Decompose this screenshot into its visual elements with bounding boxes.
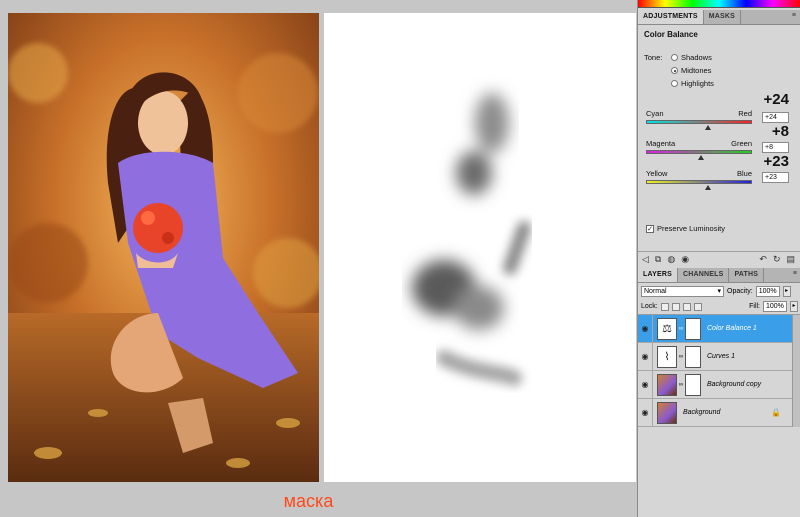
- yellow-blue-value: +23: [763, 153, 789, 170]
- yellow-blue-thumb[interactable]: [705, 185, 711, 190]
- opacity-arrow-icon[interactable]: ▸: [782, 285, 791, 297]
- radio-shadows[interactable]: Shadows: [671, 53, 712, 62]
- lock-icon: 🔒: [771, 408, 781, 417]
- layer-color-balance-1[interactable]: ◉ ⚖ ∞ Color Balance 1: [638, 314, 800, 343]
- right-panels: ADJUSTMENTS MASKS ≡ Color Balance Tone: …: [637, 0, 800, 517]
- photo-image: [8, 13, 319, 482]
- previous-state-icon[interactable]: ↶: [759, 254, 767, 265]
- tab-paths[interactable]: PATHS: [729, 268, 765, 282]
- lock-image-icon[interactable]: [671, 302, 680, 311]
- layer-name: Background copy: [707, 381, 762, 388]
- radio-highlights-dot[interactable]: [671, 80, 678, 87]
- layer-background[interactable]: ◉ Background 🔒: [638, 398, 800, 427]
- lock-row: Lock: Fill: 100% ▸: [638, 299, 800, 315]
- cyan-red-track[interactable]: [646, 120, 752, 124]
- fill-arrow-icon[interactable]: ▸: [790, 301, 798, 312]
- adjustment-title: Color Balance: [644, 30, 698, 39]
- green-label: Green: [731, 139, 752, 148]
- yellow-blue-input[interactable]: +23: [762, 172, 789, 183]
- clip-icon[interactable]: ◍: [667, 254, 675, 265]
- layer-name: Background: [683, 409, 721, 416]
- adjustments-tabbar: ADJUSTMENTS MASKS ≡: [638, 10, 800, 25]
- preserve-luminosity-row[interactable]: ✓ Preserve Luminosity: [646, 224, 725, 233]
- opacity-label: Opacity:: [727, 287, 753, 295]
- layers-menu-icon[interactable]: ≡: [793, 268, 800, 282]
- layer-mask-thumbnail[interactable]: [685, 345, 701, 368]
- layer-mask-thumbnail[interactable]: [685, 317, 701, 340]
- layers-panel: LAYERS CHANNELS PATHS ≡ Normal Opacity: …: [638, 268, 800, 427]
- tab-adjustments[interactable]: ADJUSTMENTS: [638, 10, 704, 24]
- document-canvas[interactable]: маска: [0, 0, 637, 517]
- tone-label: Tone:: [644, 53, 663, 62]
- curves-adjustment-icon: ⌇: [657, 345, 677, 368]
- magenta-green-slider[interactable]: Magenta Green: [646, 139, 752, 160]
- tab-layers[interactable]: LAYERS: [638, 268, 678, 282]
- visibility-eye-icon[interactable]: ◉: [681, 254, 689, 265]
- lock-position-icon[interactable]: [682, 302, 691, 311]
- layers-scrollbar[interactable]: [792, 315, 800, 427]
- layers-tabbar: LAYERS CHANNELS PATHS ≡: [638, 268, 800, 283]
- yellow-label: Yellow: [646, 169, 668, 178]
- lock-all-icon[interactable]: [693, 302, 702, 311]
- panel-menu-icon[interactable]: ≡: [792, 10, 800, 24]
- delete-icon[interactable]: ▤: [786, 254, 795, 265]
- color-spectrum[interactable]: [638, 0, 800, 8]
- cyan-red-input[interactable]: +24: [762, 112, 789, 123]
- fill-label: Fill:: [749, 303, 760, 310]
- tab-masks[interactable]: MASKS: [704, 10, 741, 24]
- back-arrow-icon[interactable]: ◁: [642, 254, 649, 265]
- cyan-red-thumb[interactable]: [705, 125, 711, 130]
- opacity-input[interactable]: 100%: [755, 285, 780, 297]
- blend-row: Normal Opacity: 100% ▸: [638, 283, 800, 299]
- magenta-green-input[interactable]: +8: [762, 142, 789, 153]
- chain-link-icon[interactable]: ∞: [678, 354, 684, 360]
- visibility-eye-icon[interactable]: ◉: [638, 398, 653, 427]
- adjustments-panel: Color Balance Tone: Shadows Midtones Hig…: [638, 25, 800, 267]
- fill-input[interactable]: 100%: [763, 301, 787, 312]
- radio-highlights[interactable]: Highlights: [671, 79, 714, 88]
- yellow-blue-slider[interactable]: Yellow Blue: [646, 169, 752, 190]
- cyan-red-slider[interactable]: Cyan Red: [646, 109, 752, 130]
- layer-curves-1[interactable]: ◉ ⌇ ∞ Curves 1: [638, 342, 800, 371]
- layer-mask-thumbnail[interactable]: [685, 373, 701, 396]
- visibility-eye-icon[interactable]: ◉: [638, 370, 653, 399]
- chain-link-icon[interactable]: ∞: [678, 382, 684, 388]
- red-label: Red: [738, 109, 752, 118]
- preserve-luminosity-checkbox[interactable]: ✓: [646, 224, 654, 233]
- layers-list: ◉ ⚖ ∞ Color Balance 1 ◉ ⌇ ∞ Curves 1 ◉ ∞…: [638, 314, 800, 427]
- layer-background-copy[interactable]: ◉ ∞ Background copy: [638, 370, 800, 399]
- visibility-eye-icon[interactable]: ◉: [638, 314, 653, 343]
- radio-midtones[interactable]: Midtones: [671, 66, 711, 75]
- layer-thumbnail: [657, 373, 677, 396]
- blue-label: Blue: [736, 169, 752, 178]
- lock-transparency-icon[interactable]: [660, 302, 669, 311]
- layer-thumbnail: [657, 401, 677, 424]
- blend-mode-select[interactable]: Normal: [641, 285, 724, 297]
- adjustments-toolbar: ◁ ⧉ ◍ ◉ ↶ ↻ ▤: [638, 251, 800, 267]
- cyan-label: Cyan: [646, 109, 664, 118]
- yellow-blue-track[interactable]: [646, 180, 752, 184]
- visibility-eye-icon[interactable]: ◉: [638, 342, 653, 371]
- lock-label: Lock:: [641, 303, 658, 310]
- mask-preview: [324, 13, 636, 482]
- radio-midtones-dot[interactable]: [671, 67, 678, 74]
- magenta-green-value: +8: [771, 123, 789, 140]
- layer-name: Color Balance 1: [707, 325, 757, 332]
- reset-icon[interactable]: ↻: [773, 254, 781, 265]
- mask-caption: маска: [283, 491, 334, 511]
- magenta-green-track[interactable]: [646, 150, 752, 154]
- radio-shadows-dot[interactable]: [671, 54, 678, 61]
- magenta-green-thumb[interactable]: [698, 155, 704, 160]
- expand-view-icon[interactable]: ⧉: [655, 254, 661, 265]
- chain-link-icon[interactable]: ∞: [678, 326, 684, 332]
- color-balance-adjustment-icon: ⚖: [657, 317, 677, 340]
- cyan-red-value: +24: [763, 91, 789, 108]
- magenta-label: Magenta: [646, 139, 676, 148]
- preserve-luminosity-label: Preserve Luminosity: [657, 224, 725, 233]
- tab-channels[interactable]: CHANNELS: [678, 268, 730, 282]
- layer-name: Curves 1: [707, 353, 736, 360]
